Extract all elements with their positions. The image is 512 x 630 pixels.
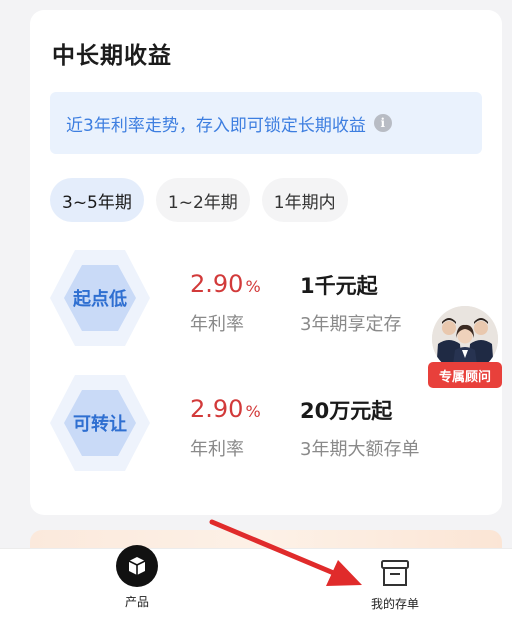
box-icon bbox=[378, 557, 412, 589]
product-rate: 2.90% bbox=[190, 270, 261, 298]
rate-unit: % bbox=[245, 402, 261, 421]
long-term-earnings-card: 中长期收益 近3年利率走势，存入即可锁定长期收益 i 3~5年期 1~2年期 1… bbox=[30, 10, 502, 515]
product-badge: 可转让 bbox=[50, 375, 150, 471]
minimum-amount: 20万元起 bbox=[300, 399, 393, 423]
product-row[interactable]: 可转让 2.90% 年利率 20万元起 3年期大额存单 bbox=[50, 375, 490, 475]
product-description: 3年期享定存 bbox=[300, 314, 402, 335]
rate-unit: % bbox=[245, 277, 261, 296]
nav-item-products[interactable]: 产品 bbox=[92, 545, 182, 630]
minimum-amount: 1千元起 bbox=[300, 274, 378, 298]
nav-label: 产品 bbox=[124, 595, 149, 609]
product-badge-label: 起点低 bbox=[64, 265, 136, 331]
advisor-button[interactable]: 专属顾问 bbox=[428, 306, 504, 388]
nav-item-my-deposits[interactable]: 我的存单 bbox=[350, 549, 440, 630]
term-tabs: 3~5年期 1~2年期 1年期内 bbox=[50, 178, 348, 222]
tab-1-2-years[interactable]: 1~2年期 bbox=[155, 178, 250, 222]
rate-label: 年利率 bbox=[190, 314, 244, 335]
product-badge-label: 可转让 bbox=[64, 390, 136, 456]
tab-3-5-years[interactable]: 3~5年期 bbox=[50, 178, 144, 222]
notice-text: 近3年利率走势，存入即可锁定长期收益 bbox=[66, 115, 366, 136]
rate-value: 2.90 bbox=[190, 395, 244, 423]
nav-label: 我的存单 bbox=[370, 597, 419, 611]
bottom-navigation: 产品 我的存单 bbox=[0, 545, 512, 630]
rate-label: 年利率 bbox=[190, 439, 244, 460]
product-description: 3年期大额存单 bbox=[300, 439, 420, 460]
info-icon[interactable]: i bbox=[373, 114, 392, 132]
advisor-label: 专属顾问 bbox=[428, 362, 502, 388]
tab-within-1-year[interactable]: 1年期内 bbox=[261, 178, 348, 222]
product-rate: 2.90% bbox=[190, 395, 261, 423]
product-row[interactable]: 起点低 2.90% 年利率 1千元起 3年期享定存 bbox=[50, 250, 490, 350]
cube-icon bbox=[116, 545, 158, 587]
section-title: 中长期收益 bbox=[52, 43, 172, 69]
rate-trend-notice[interactable]: 近3年利率走势，存入即可锁定长期收益 i bbox=[50, 92, 482, 154]
product-badge: 起点低 bbox=[50, 250, 150, 346]
rate-value: 2.90 bbox=[190, 270, 244, 298]
